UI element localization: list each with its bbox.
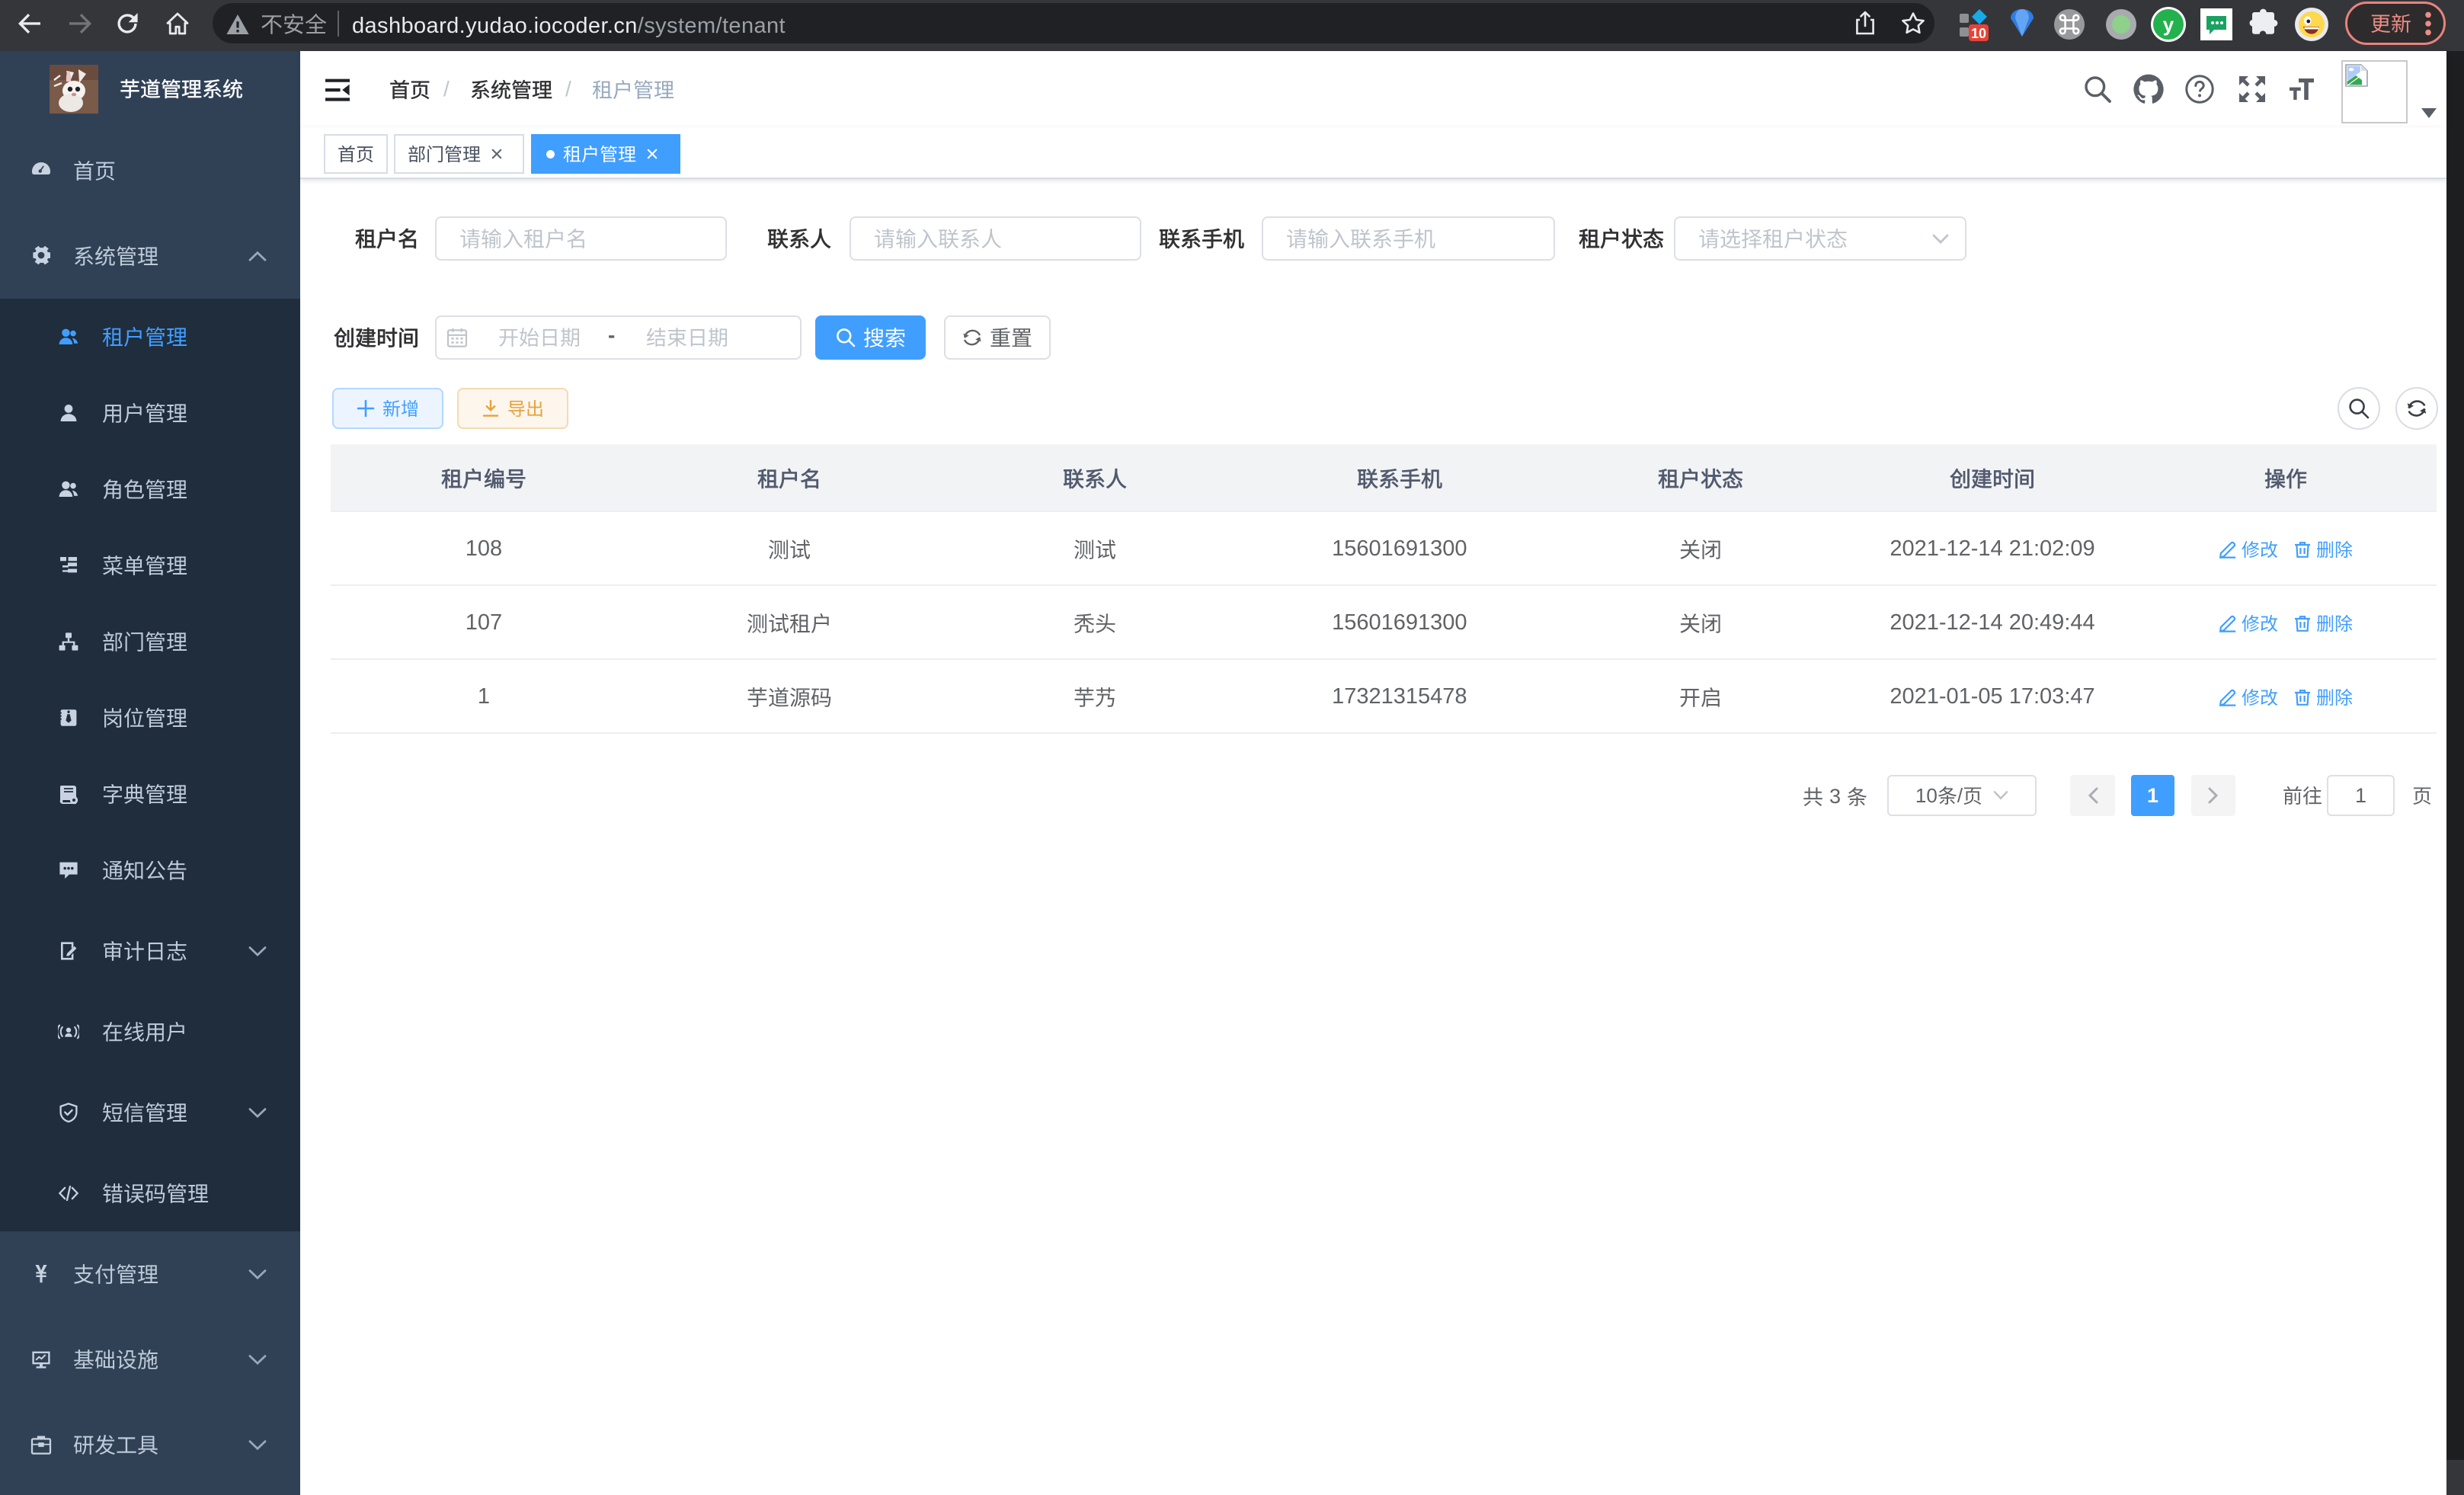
svg-text:10: 10 [1971, 26, 1986, 41]
svg-text:y: y [2163, 13, 2174, 36]
